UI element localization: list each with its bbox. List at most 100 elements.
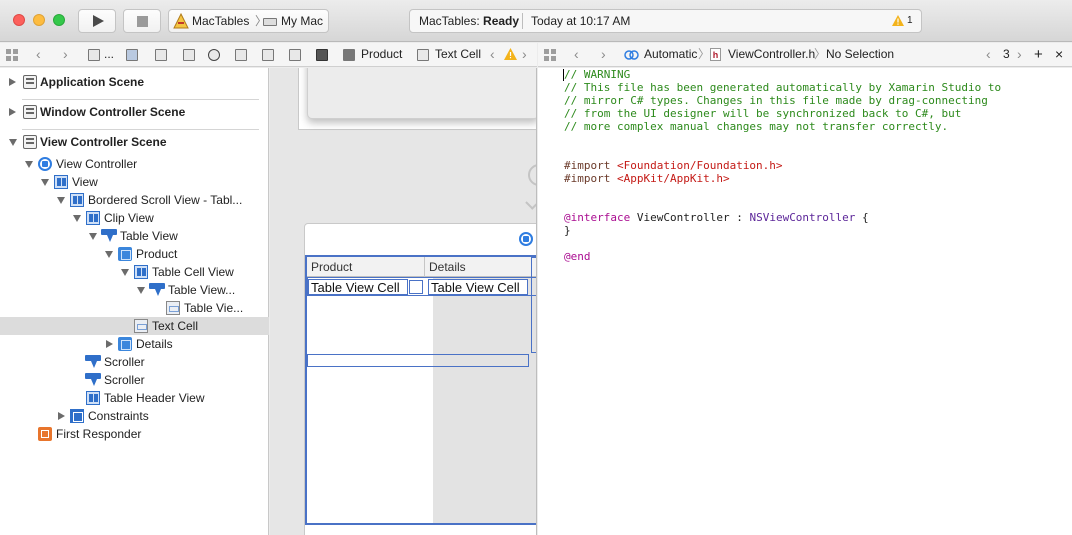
zoom-window-button[interactable] <box>53 14 65 26</box>
outline-item-view-controller[interactable]: View Controller <box>0 155 269 173</box>
issue-warning-icon[interactable] <box>504 48 517 60</box>
disclosure-triangle-icon[interactable] <box>57 197 65 204</box>
disclosure-triangle-icon[interactable] <box>9 78 16 86</box>
outline-item-constraints[interactable]: Constraints <box>0 407 269 425</box>
outline-item-clip-view[interactable]: Clip View <box>0 209 269 227</box>
column-header-details[interactable]: Details <box>429 257 466 277</box>
close-editor-button[interactable]: × <box>1055 43 1063 66</box>
assistant-selection[interactable]: No Selection <box>826 43 894 66</box>
crumb-ellipsis[interactable]: ... <box>104 43 114 66</box>
disclosure-triangle-icon[interactable] <box>105 251 113 258</box>
outline-item-details-column[interactable]: Details <box>0 335 269 353</box>
automatic-link-icon[interactable] <box>624 48 639 62</box>
code-line[interactable] <box>564 185 1001 198</box>
related-items-icon[interactable] <box>6 49 18 61</box>
disclosure-triangle-icon[interactable] <box>73 215 81 222</box>
crumb-text-cell[interactable]: Text Cell <box>435 43 481 66</box>
text-cell-crumb-icon[interactable] <box>417 49 429 61</box>
outline-window-controller-scene[interactable]: Window Controller Scene <box>0 103 269 121</box>
outline-item-scroller-1[interactable]: Scroller <box>0 353 269 371</box>
code-line[interactable]: // mirror C# types. Changes in this file… <box>564 94 1001 107</box>
code-line[interactable]: // This file has been generated automati… <box>564 81 1001 94</box>
back-arrow-icon[interactable]: ‹ <box>36 43 41 66</box>
next-counterpart-icon[interactable]: › <box>1017 43 1022 66</box>
code-text[interactable]: // WARNING// This file has been generate… <box>564 68 1001 263</box>
outline-item-text-cell[interactable]: Text Cell <box>0 317 269 335</box>
minimize-window-button[interactable] <box>33 14 45 26</box>
column-header-product[interactable]: Product <box>311 257 352 277</box>
disclosure-triangle-icon[interactable] <box>106 340 113 348</box>
scene-icon <box>23 75 37 89</box>
outline-item-table-view-cell-inner[interactable]: Table Vie... <box>0 299 269 317</box>
code-line[interactable]: @end <box>564 250 1001 263</box>
run-button[interactable] <box>78 9 116 33</box>
code-line[interactable]: // more complex manual changes may not t… <box>564 120 1001 133</box>
disclosure-triangle-icon[interactable] <box>9 108 16 116</box>
previous-counterpart-icon[interactable]: ‹ <box>986 43 991 66</box>
code-line[interactable]: #import <Foundation/Foundation.h> <box>564 159 1001 172</box>
header-file-icon[interactable]: h <box>710 48 721 61</box>
stop-button[interactable] <box>123 9 161 33</box>
outline-item-first-responder[interactable]: First Responder <box>0 425 269 443</box>
outline-item-bordered-scroll-view[interactable]: Bordered Scroll View - Tabl... <box>0 191 269 209</box>
disclosure-triangle-icon[interactable] <box>89 233 97 240</box>
disclosure-triangle-icon[interactable] <box>41 179 49 186</box>
automatic-mode[interactable]: Automatic <box>644 43 697 66</box>
warning-icon[interactable] <box>892 15 904 26</box>
outline-view-controller-scene[interactable]: View Controller Scene <box>0 133 269 151</box>
segue-connection-icon[interactable] <box>528 164 536 186</box>
outline-item-table-view[interactable]: Table View <box>0 227 269 245</box>
outline-item-table-view-cell[interactable]: Table View... <box>0 281 269 299</box>
disclosure-triangle-icon[interactable] <box>121 269 129 276</box>
outline-item-table-header-view[interactable]: Table Header View <box>0 389 269 407</box>
assistant-related-items-icon[interactable] <box>544 49 556 61</box>
table-view-crumb-icon[interactable] <box>316 49 328 61</box>
code-line[interactable] <box>564 237 1001 250</box>
disclosure-triangle-icon[interactable] <box>58 412 65 420</box>
project-icon[interactable] <box>88 49 100 61</box>
assistant-forward-arrow-icon[interactable]: › <box>601 43 606 66</box>
table-scroll-view[interactable]: Product Details Table View Cell Table Vi… <box>305 255 536 525</box>
outline-item-view[interactable]: View <box>0 173 269 191</box>
code-line[interactable]: #import <AppKit/AppKit.h> <box>564 172 1001 185</box>
outline-application-scene[interactable]: Application Scene <box>0 73 269 91</box>
add-editor-button[interactable]: + <box>1034 43 1043 66</box>
code-line[interactable] <box>564 146 1001 159</box>
crumb-product[interactable]: Product <box>361 43 402 66</box>
clip-view-crumb-icon[interactable] <box>289 49 301 61</box>
disclosure-triangle-icon[interactable] <box>25 161 33 168</box>
code-line[interactable]: } <box>564 224 1001 237</box>
disclosure-triangle-icon[interactable] <box>9 139 17 146</box>
assistant-back-arrow-icon[interactable]: ‹ <box>574 43 579 66</box>
table-view-cell-product[interactable]: Table View Cell <box>308 279 408 295</box>
scroll-view-crumb-icon[interactable] <box>262 49 274 61</box>
assistant-code-editor[interactable]: // WARNING// This file has been generate… <box>538 68 1072 535</box>
window-scene-frame[interactable] <box>298 68 536 130</box>
view-controller-badge-icon[interactable] <box>519 232 533 246</box>
code-line[interactable] <box>564 198 1001 211</box>
scheme-app-name: MacTables <box>192 14 250 28</box>
next-issue-icon[interactable]: › <box>522 43 527 66</box>
view-controller-crumb-icon[interactable] <box>208 49 220 61</box>
code-line[interactable] <box>564 133 1001 146</box>
outline-item-table-cell-view[interactable]: Table Cell View <box>0 263 269 281</box>
previous-issue-icon[interactable]: ‹ <box>490 43 495 66</box>
assistant-file-name[interactable]: ViewController.h <box>728 43 815 66</box>
close-window-button[interactable] <box>13 14 25 26</box>
outline-item-product-column[interactable]: Product <box>0 245 269 263</box>
code-line[interactable]: // from the UI designer will be synchron… <box>564 107 1001 120</box>
product-crumb-icon[interactable] <box>343 49 355 61</box>
code-line[interactable]: // WARNING <box>564 68 1001 81</box>
forward-arrow-icon[interactable]: › <box>63 43 68 66</box>
table-view-cell-details[interactable]: Table View Cell <box>428 279 528 295</box>
interface-builder-canvas[interactable]: Product Details Table View Cell Table Vi… <box>270 68 537 535</box>
code-line[interactable]: @interface ViewController : NSViewContro… <box>564 211 1001 224</box>
scene-crumb-icon[interactable] <box>183 49 195 61</box>
folder-icon[interactable] <box>126 49 138 61</box>
outline-item-scroller-2[interactable]: Scroller <box>0 371 269 389</box>
view-crumb-icon[interactable] <box>235 49 247 61</box>
file-icon[interactable] <box>155 49 167 61</box>
scheme-selector[interactable]: MacTables 〉 My Mac <box>168 9 329 33</box>
disclosure-triangle-icon[interactable] <box>137 287 145 294</box>
table-row[interactable]: Table View Cell Table View Cell <box>307 277 536 296</box>
